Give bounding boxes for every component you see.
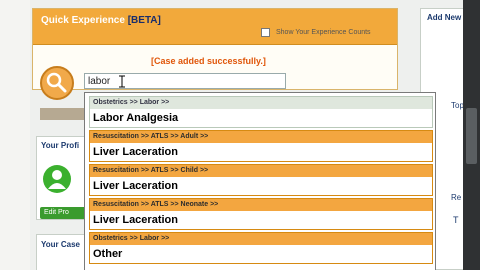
avatar-icon	[43, 165, 71, 193]
suggestion-path: Resuscitation >> ATLS >> Neonate >>	[90, 199, 432, 211]
cases-panel-title: Your Case	[41, 240, 80, 249]
suggestion-name: Liver Laceration	[93, 214, 178, 226]
quick-experience-title-text: Quick Experience	[41, 15, 125, 26]
suggestion-path: Resuscitation >> ATLS >> Child >>	[90, 165, 432, 177]
scrollbar-thumb[interactable]	[466, 108, 477, 164]
beta-label: [BETA]	[127, 15, 161, 26]
suggestion-item[interactable]: Resuscitation >> ATLS >> Adult >> Liver …	[89, 130, 433, 162]
suggestion-name: Labor Analgesia	[93, 112, 179, 124]
edit-profile-button[interactable]: Edit Pro	[40, 207, 86, 219]
show-counts-checkbox[interactable]	[261, 28, 270, 37]
suggestion-item[interactable]: Obstetrics >> Labor >> Other	[89, 232, 433, 264]
quick-experience-title: Quick Experience [BETA]	[41, 15, 161, 26]
show-counts-label: Show Your Experience Counts	[276, 29, 371, 36]
autocomplete-dropdown: Obstetrics >> Labor >> Labor Analgesia R…	[84, 92, 436, 270]
suggestion-item[interactable]: Obstetrics >> Labor >> Labor Analgesia	[89, 96, 433, 128]
suggestion-path: Obstetrics >> Labor >>	[90, 97, 432, 109]
search-input[interactable]	[84, 73, 286, 89]
profile-panel: Your Profi Edit Pro	[36, 136, 86, 220]
right-panel-t-text: T	[453, 215, 459, 225]
search-icon	[40, 66, 74, 100]
suggestion-item[interactable]: Resuscitation >> ATLS >> Child >> Liver …	[89, 164, 433, 196]
add-experience-button[interactable]	[40, 108, 85, 120]
page-left-margin	[0, 0, 30, 270]
add-new-link[interactable]: Add New	[427, 13, 461, 22]
suggestion-item[interactable]: Resuscitation >> ATLS >> Neonate >> Live…	[89, 198, 433, 230]
quick-experience-header: Quick Experience [BETA] Show Your Experi…	[33, 9, 397, 45]
suggestion-name: Other	[93, 248, 123, 260]
suggestion-name: Liver Laceration	[93, 146, 178, 158]
success-message: [Case added successfully.]	[151, 56, 266, 66]
suggestion-name: Liver Laceration	[93, 180, 178, 192]
text-cursor-icon	[119, 75, 125, 88]
right-panel-re-text: Re	[451, 193, 462, 202]
suggestion-path: Resuscitation >> ATLS >> Adult >>	[90, 131, 432, 143]
cases-panel: Your Case	[36, 234, 86, 270]
right-panel-top-text: Top	[451, 101, 464, 110]
profile-panel-title: Your Profi	[41, 141, 80, 150]
suggestion-path: Obstetrics >> Labor >>	[90, 233, 432, 245]
